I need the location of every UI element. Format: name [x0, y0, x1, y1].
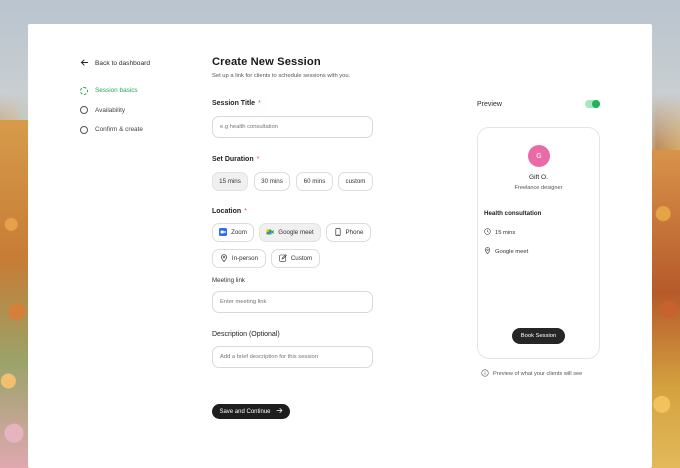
edit-icon — [279, 253, 287, 264]
option-label: 60 mins — [303, 178, 326, 185]
session-title-input[interactable] — [212, 116, 373, 138]
preview-toggle[interactable] — [585, 100, 600, 108]
preview-duration: 15 mins — [495, 229, 516, 236]
info-icon — [481, 369, 489, 379]
location-label-text: Location — [212, 208, 242, 215]
google-meet-icon — [266, 228, 274, 238]
step-label: Confirm & create — [95, 126, 143, 134]
option-label: 15 mins — [219, 178, 241, 185]
duration-option-30[interactable]: 30 mins — [254, 172, 290, 191]
step-indicator-icon — [80, 125, 88, 134]
back-label: Back to dashboard — [95, 60, 150, 67]
meeting-link-label: Meeting link — [212, 277, 246, 284]
avatar: G — [528, 145, 550, 167]
save-and-continue-button[interactable]: Save and Continue — [212, 404, 290, 419]
option-label: Google meet — [278, 229, 314, 236]
page-subtitle: Set up a link for clients to schedule se… — [212, 73, 351, 79]
required-marker: * — [256, 156, 260, 163]
description-input[interactable] — [212, 346, 373, 368]
arrow-left-icon — [80, 58, 89, 69]
option-label: Custom — [290, 255, 313, 262]
required-marker: * — [244, 208, 247, 215]
meeting-link-input[interactable] — [212, 291, 373, 313]
option-label: custom — [345, 178, 366, 185]
description-label: Description (Optional) — [212, 331, 280, 338]
preview-location-row: Google meet — [484, 247, 528, 256]
preview-location: Google meet — [495, 248, 529, 255]
step-session-basics[interactable]: Session basics — [80, 81, 143, 101]
book-session-button[interactable]: Book Session — [512, 328, 565, 344]
preview-phone-frame: G Gift O. Freelance designer Health cons… — [477, 127, 600, 359]
main-card: Back to dashboard Session basics Availab… — [28, 24, 652, 468]
duration-option-15[interactable]: 15 mins — [212, 172, 248, 191]
form-header: Create New Session Set up a link for cli… — [212, 56, 382, 79]
step-confirm-create[interactable]: Confirm & create — [80, 120, 143, 140]
preview-duration-row: 15 mins — [484, 228, 515, 237]
page-title: Create New Session — [212, 56, 321, 68]
duration-label: Set Duration * — [212, 156, 259, 163]
preview-name: Gift O. — [528, 174, 549, 181]
option-label: In-person — [231, 255, 259, 262]
clock-icon — [484, 228, 491, 237]
avatar-initial: G — [536, 152, 542, 160]
map-pin-icon — [220, 253, 228, 264]
duration-label-text: Set Duration — [212, 156, 254, 163]
duration-option-60[interactable]: 60 mins — [296, 172, 333, 191]
preview-topic: Health consultation — [484, 210, 542, 217]
location-option-custom[interactable]: Custom — [271, 249, 320, 268]
session-title-label-text: Session Title — [212, 100, 256, 107]
steps-nav: Session basics Availability Confirm & cr… — [80, 81, 143, 140]
location-option-zoom[interactable]: Zoom — [212, 223, 254, 242]
back-to-dashboard-link[interactable]: Back to dashboard — [80, 58, 150, 69]
preview-note-text: Preview of what your clients will see — [493, 371, 583, 377]
location-option-google-meet[interactable]: Google meet — [259, 223, 321, 242]
phone-icon — [334, 227, 342, 238]
option-label: Phone — [345, 229, 364, 236]
save-label: Save and Continue — [219, 408, 271, 415]
location-option-in-person[interactable]: In-person — [212, 249, 266, 268]
session-title-label: Session Title * — [212, 100, 261, 107]
location-option-phone[interactable]: Phone — [326, 223, 371, 242]
step-indicator-icon — [80, 86, 88, 95]
preview-label: Preview — [477, 101, 502, 108]
option-label: 30 mins — [261, 178, 283, 185]
preview-role: Freelance designer — [514, 185, 563, 191]
step-label: Session basics — [95, 87, 138, 95]
map-pin-icon — [484, 247, 491, 256]
required-marker: * — [258, 100, 261, 107]
location-label: Location * — [212, 208, 247, 215]
step-indicator-icon — [80, 106, 88, 115]
option-label: Zoom — [231, 229, 247, 236]
toggle-knob — [592, 100, 600, 108]
step-label: Availability — [95, 106, 126, 114]
preview-note: Preview of what your clients will see — [481, 369, 582, 379]
book-label: Book Session — [520, 333, 557, 339]
arrow-right-icon — [276, 407, 283, 416]
zoom-icon — [219, 227, 228, 238]
background-flowers-right — [652, 150, 680, 468]
background-flowers-left — [0, 120, 28, 468]
duration-option-custom[interactable]: custom — [338, 172, 373, 191]
step-availability[interactable]: Availability — [80, 101, 143, 121]
